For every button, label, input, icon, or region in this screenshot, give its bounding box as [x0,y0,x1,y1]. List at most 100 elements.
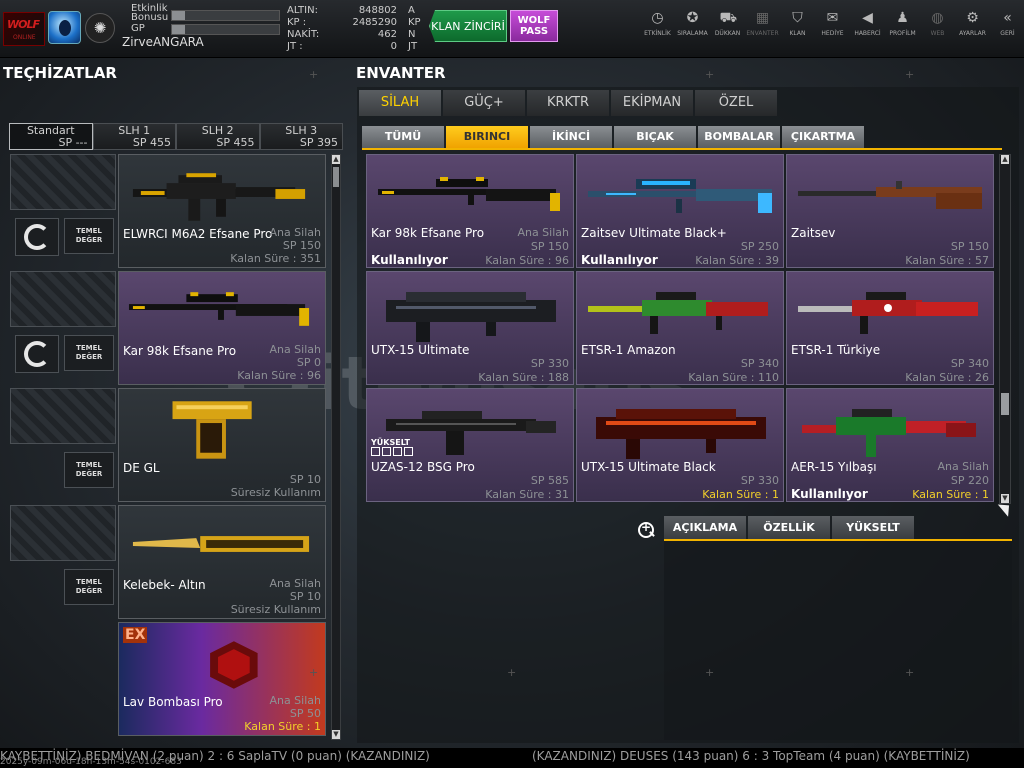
item-sp: SP 150 [282,239,321,252]
weapon-image [127,512,315,578]
tab-krktr[interactable]: KRKTR [527,90,609,116]
item-remaining: Kalan Süre : 57 [905,254,989,267]
equipment-card[interactable]: EX Lav Bombası Pro Ana Silah SP 50 Kalan Sür… [118,622,326,736]
klan-zinciri-button[interactable]: KLAN ZİNCİRİ [429,10,507,42]
preset-sp: SP 455 [132,136,171,149]
item-name: ELWRCI M6A2 Efsane Pro [123,227,273,241]
temel-deger-button[interactable]: TEMEL DEĞER [64,452,114,488]
inventory-scrollbar[interactable]: ▲ ▼ [999,154,1011,504]
weapon-image [583,163,779,229]
preset-tab[interactable]: Standart SP --- [9,123,93,150]
scroll-up-icon[interactable]: ▲ [332,155,340,164]
nav-siralama[interactable]: ✪ SIRALAMA [675,10,710,37]
nav-haberci̇[interactable]: ◀ HABERCİ [850,10,885,37]
preset-tab[interactable]: SLH 1 SP 455 [92,123,176,150]
wolf-pass-button[interactable]: WOLF PASS [510,10,558,42]
detail-tab-açiklama[interactable]: AÇIKLAMA [664,516,746,539]
nav-web[interactable]: ◍ WEB [920,10,955,37]
rank-badge-icon [48,11,81,44]
inventory-item[interactable]: UTX-15 Ultimate SP 330 Kalan Süre : 188 [366,271,574,385]
inventory-item[interactable]: Zaitsev Ultimate Black+ SP 250 Kalan Süre … [576,154,784,268]
temel-deger-button[interactable]: TEMEL DEĞER [64,335,114,371]
nav-profi̇lm[interactable]: ♟ PROFİLM [885,10,920,37]
item-remaining: Süresiz Kullanım [230,603,321,616]
inventory-item[interactable]: Zaitsev SP 150 Kalan Süre : 57 [786,154,994,268]
detail-tab-özelli̇k[interactable]: ÖZELLİK [748,516,830,539]
inventory-item[interactable]: YÜKSELT UZAS-12 BSG Pro SP 585 Kalan Süre :… [366,388,574,502]
nav-etki̇nli̇k[interactable]: ◷ ETKİNLİK [640,10,675,37]
nav-label: KLAN [789,30,806,37]
empty-slot[interactable] [10,388,116,444]
inventory-item[interactable]: UTX-15 Ultimate Black SP 330 Kalan Süre : … [576,388,784,502]
scroll-up-icon[interactable]: ▲ [1001,155,1009,164]
empty-slot[interactable] [10,505,116,561]
weapon-image [373,280,569,346]
item-sp: SP 330 [740,474,779,487]
equipment-card[interactable]: ELWRCI M6A2 Efsane Pro Ana Silah SP 150 Kal… [118,154,326,268]
nav-klan[interactable]: ⛉ KLAN [780,10,815,37]
shield-icon: ⛉ [792,10,803,26]
equipment-card[interactable]: Kelebek- Altın Ana Silah SP 10 Süresiz Kull… [118,505,326,619]
item-remaining: Süresiz Kullanım [230,486,321,499]
equipment-scrollbar[interactable]: ▲ ▼ [331,154,341,740]
scroll-thumb[interactable] [1001,393,1009,415]
currency-unit: JT [408,41,418,52]
detail-tab-yükselt[interactable]: YÜKSELT [832,516,914,539]
equipment-card[interactable]: Kar 98k Efsane Pro Ana Silah SP 0 Kalan Sür… [118,271,326,385]
item-sp: SP 10 [289,473,321,486]
weapon-image [583,397,779,463]
username: ZirveANGARA [122,35,204,49]
plus-decor-icon: + [905,68,915,81]
inventory-item[interactable]: ETSR-1 Türkiye SP 340 Kalan Süre : 26 [786,271,994,385]
inventory-item[interactable]: Kar 98k Efsane Pro Ana Silah SP 150 Kalan S… [366,154,574,268]
scroll-thumb[interactable] [333,167,339,187]
scroll-down-icon[interactable]: ▼ [332,730,340,739]
equipment-card[interactable]: DE GL SP 10 Süresiz Kullanım [118,388,326,502]
reset-ring-icon[interactable] [15,218,59,256]
temel-deger-button[interactable]: TEMEL DEĞER [64,218,114,254]
in-use-label: Kullanılıyor [791,487,868,501]
gp-progress [171,24,280,35]
subtab-bombalar[interactable]: BOMBALAR [698,126,780,148]
preset-sp: SP 455 [216,136,255,149]
tab-güç+[interactable]: GÜÇ+ [443,90,525,116]
empty-slot[interactable] [10,271,116,327]
weapon-image [127,395,315,461]
weapon-image [127,161,315,227]
subtab-biçak[interactable]: BIÇAK [614,126,696,148]
nav-geri̇[interactable]: « GERİ [990,10,1024,37]
subtab-tümü[interactable]: TÜMÜ [362,126,444,148]
currency-value: 848802 [358,5,397,16]
item-name: Zaitsev Ultimate Black+ [581,226,727,240]
item-name: ETSR-1 Amazon [581,343,676,357]
nav-label: HEDİYE [821,30,844,37]
nav-envanter[interactable]: ▦ ENVANTER [745,10,780,37]
item-name: Zaitsev [791,226,836,240]
nav-hedi̇ye[interactable]: ✉ HEDİYE [815,10,850,37]
subtab-çikartma[interactable]: ÇIKARTMA [782,126,864,148]
inventory-item[interactable]: ETSR-1 Amazon SP 340 Kalan Süre : 110 [576,271,784,385]
tab-si̇lah[interactable]: SİLAH [359,90,441,116]
upgrade-badge: YÜKSELT [371,438,415,456]
upgrade-label: YÜKSELT [371,438,410,447]
medal-icon: ✪ [686,10,699,26]
empty-slot[interactable] [10,154,116,210]
inventory-item[interactable]: AER-15 Yılbaşı Ana Silah SP 220 Kalan Süre … [786,388,994,502]
item-remaining: Kalan Süre : 188 [478,371,569,384]
reset-ring-icon[interactable] [15,335,59,373]
weapon-image [127,278,315,344]
tab-özel[interactable]: ÖZEL [695,90,777,116]
tab-eki̇pman[interactable]: EKİPMAN [611,90,693,116]
preset-tab[interactable]: SLH 3 SP 395 [259,123,343,150]
zoom-in-icon[interactable]: + [636,520,656,540]
nav-ayarlar[interactable]: ⚙ AYARLAR [955,10,990,37]
item-name: DE GL [123,461,160,475]
temel-deger-button[interactable]: TEMEL DEĞER [64,569,114,605]
subtab-i̇ki̇nci̇[interactable]: İKİNCİ [530,126,612,148]
weapon-image [583,280,779,346]
item-type: Ana Silah [269,343,321,356]
timestamp: 2025y-09m-06d-18h-13m-54s-0102-683 [0,757,182,767]
nav-dükkan[interactable]: ⛟ DÜKKAN [710,10,745,37]
subtab-birinci[interactable]: BIRINCI [446,126,528,148]
preset-tab[interactable]: SLH 2 SP 455 [176,123,260,150]
